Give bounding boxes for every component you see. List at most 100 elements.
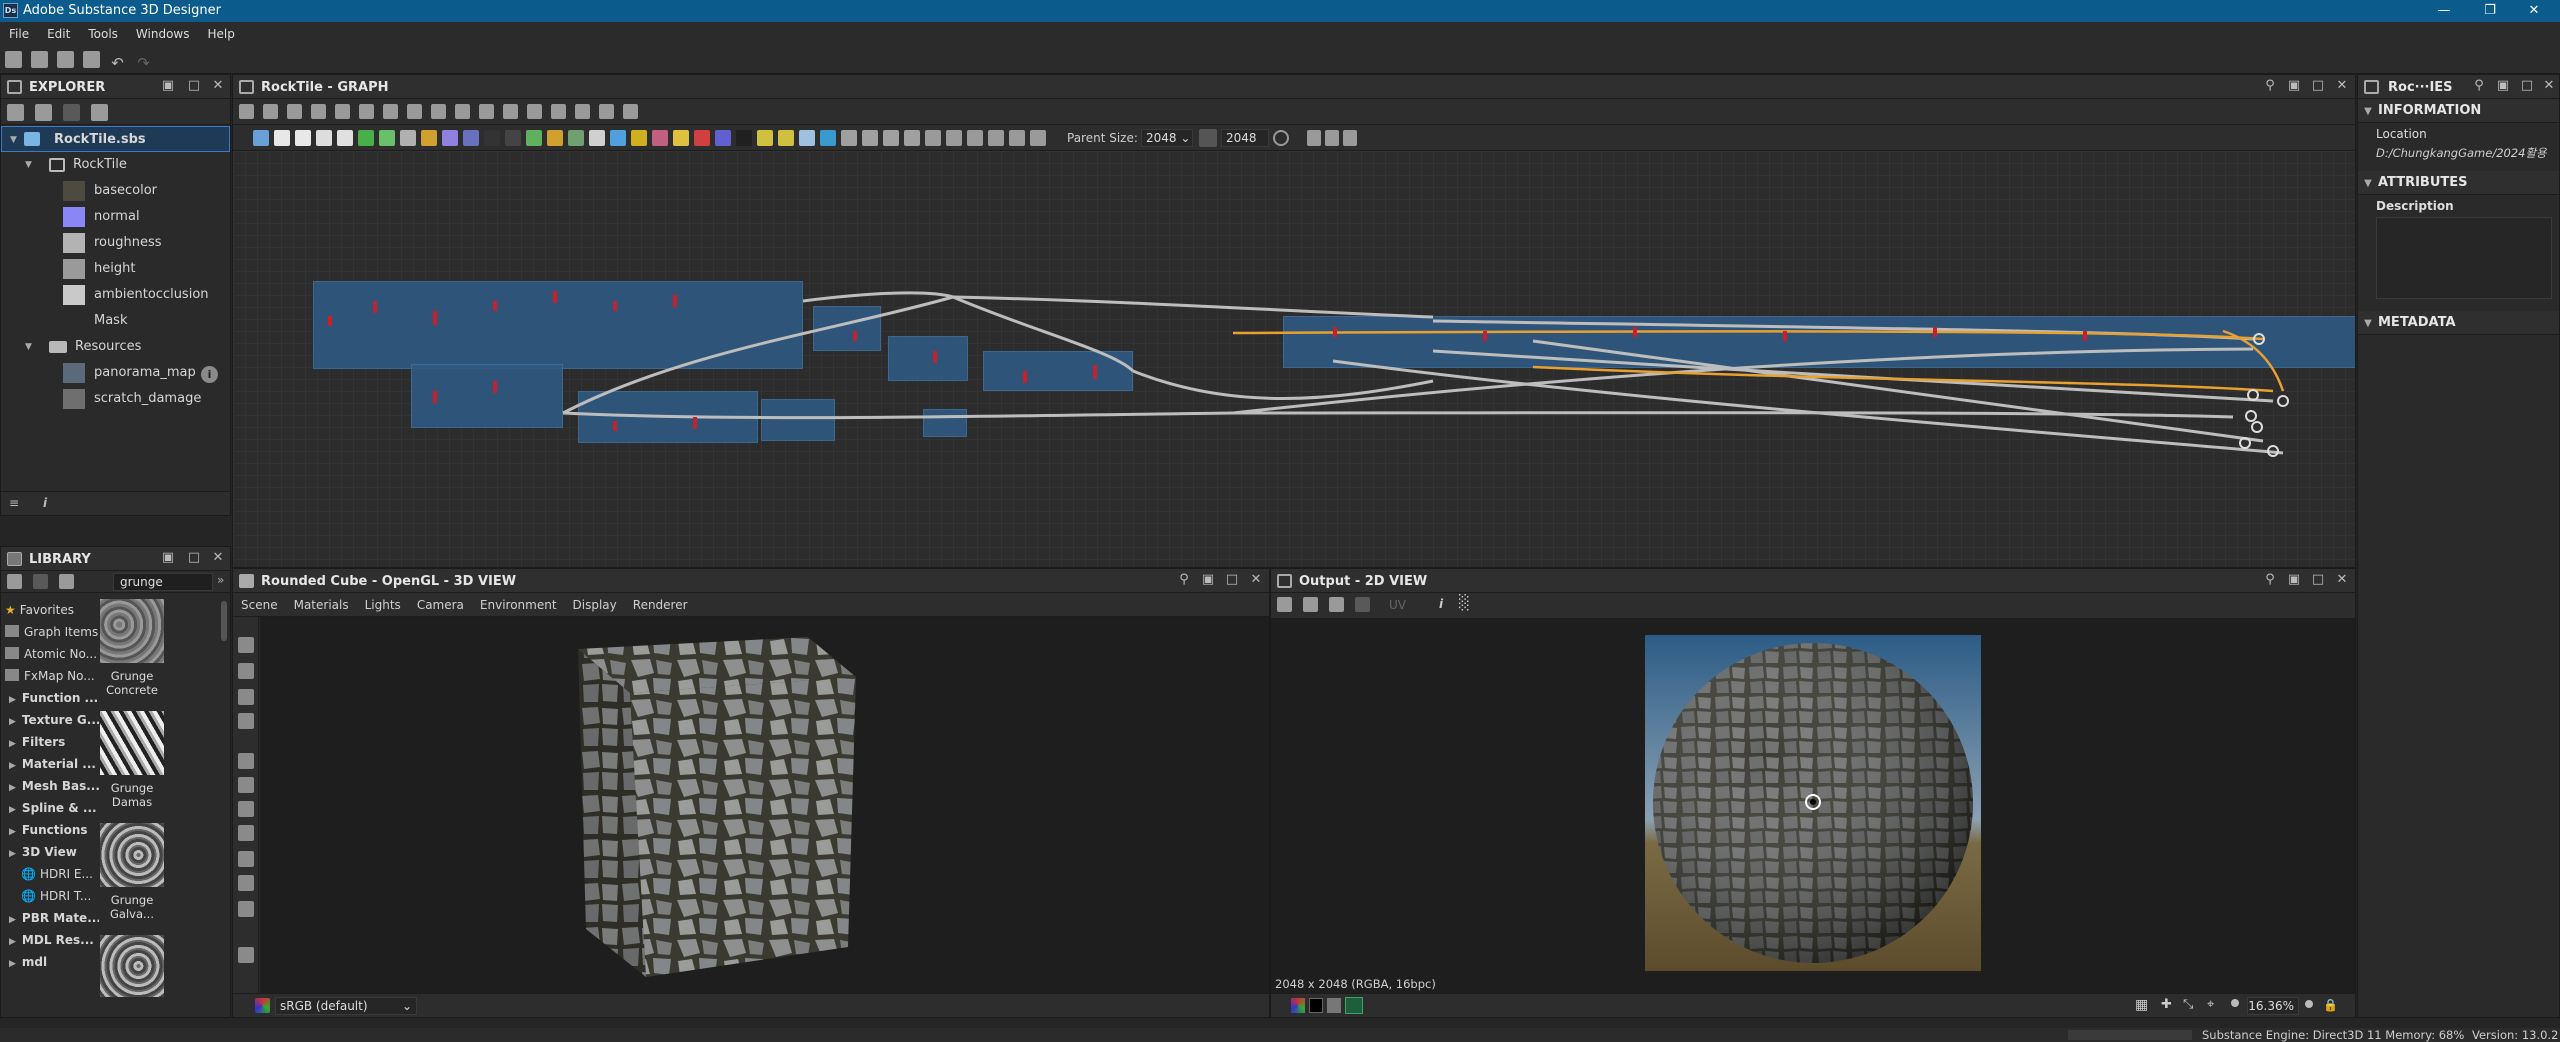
- atomic-node-icon[interactable]: [673, 130, 689, 146]
- information-section[interactable]: ▼ INFORMATION: [2358, 99, 2559, 123]
- atomic-node-icon[interactable]: [484, 130, 500, 146]
- atomic-node-icon[interactable]: [547, 130, 563, 146]
- uv-toggle[interactable]: UV: [1389, 598, 1406, 612]
- close-window-button[interactable]: ✕: [2516, 1, 2552, 21]
- align-icon[interactable]: [1343, 130, 1357, 146]
- resource-item-panorama-map[interactable]: panorama_map: [1, 360, 230, 386]
- copy-image-icon[interactable]: [1329, 597, 1344, 612]
- 3d-viewport[interactable]: [260, 617, 1269, 993]
- atomic-node-icon[interactable]: [358, 130, 374, 146]
- align-icon[interactable]: [1325, 130, 1339, 146]
- align-icon[interactable]: [1307, 130, 1321, 146]
- library-item-thumbnail[interactable]: [100, 599, 164, 663]
- 3d-menu-environment[interactable]: Environment: [472, 593, 565, 617]
- parent-size-select[interactable]: 2048 ⌄: [1141, 129, 1193, 147]
- menu-tools[interactable]: Tools: [79, 22, 127, 46]
- atomic-node-icon[interactable]: [1009, 130, 1025, 146]
- atomic-node-icon[interactable]: [883, 130, 899, 146]
- atomic-node-icon[interactable]: [442, 130, 458, 146]
- close-icon[interactable]: ✕: [2335, 79, 2349, 93]
- atomic-node-icon[interactable]: [316, 130, 332, 146]
- graph-tool-icon[interactable]: [239, 104, 254, 119]
- float-icon[interactable]: ▣: [161, 79, 175, 93]
- 3d-menu-scene[interactable]: Scene: [233, 593, 286, 617]
- float-icon[interactable]: ▣: [1201, 573, 1215, 587]
- channel-icon[interactable]: [1291, 998, 1305, 1013]
- alpha-icon[interactable]: [1309, 998, 1323, 1013]
- graph-tool-icon[interactable]: [599, 104, 614, 119]
- output-item-roughness[interactable]: roughness: [1, 230, 230, 256]
- lock-icon[interactable]: 🔒: [2323, 998, 2338, 1012]
- open-icon[interactable]: [57, 51, 74, 68]
- minimize-button[interactable]: —: [2426, 1, 2462, 21]
- description-field[interactable]: [2376, 217, 2552, 299]
- graph-tool-icon[interactable]: [575, 104, 590, 119]
- menu-windows[interactable]: Windows: [127, 22, 199, 46]
- atomic-node-icon[interactable]: [568, 130, 584, 146]
- graph-tool-icon[interactable]: [311, 104, 326, 119]
- resource-item-scratch-damage[interactable]: scratch_damage: [1, 386, 230, 412]
- redo-icon[interactable]: ↷: [135, 55, 152, 72]
- graph-tool-icon[interactable]: [551, 104, 566, 119]
- library-item-label[interactable]: Grunge Concrete: [100, 669, 164, 697]
- fit-view-icon[interactable]: ⤡: [2183, 997, 2193, 1012]
- new-graph-icon[interactable]: [31, 51, 48, 68]
- atomic-node-icon[interactable]: [295, 130, 311, 146]
- 3d-menu-display[interactable]: Display: [565, 593, 625, 617]
- fit-icon[interactable]: [1277, 597, 1292, 612]
- close-icon[interactable]: ✕: [211, 79, 225, 93]
- output-item-height[interactable]: height: [1, 256, 230, 282]
- pin-icon[interactable]: ⚲: [2472, 79, 2486, 93]
- 3d-tool-icon[interactable]: [238, 801, 254, 817]
- view-mode-icon[interactable]: [1345, 997, 1363, 1014]
- edit-icon[interactable]: [59, 574, 74, 589]
- pin-icon[interactable]: ⚲: [2263, 79, 2277, 93]
- library-item-label[interactable]: Grunge Galva...: [100, 893, 164, 921]
- atomic-node-icon[interactable]: [778, 130, 794, 146]
- output-size-select[interactable]: 2048 ⌄: [1221, 129, 1269, 161]
- atomic-node-icon[interactable]: [400, 130, 416, 146]
- new-package-icon[interactable]: [5, 51, 22, 68]
- graph-tool-icon[interactable]: [479, 104, 494, 119]
- italic-info-icon[interactable]: i: [43, 496, 47, 510]
- close-icon[interactable]: ✕: [2542, 79, 2556, 93]
- 3d-menu-renderer[interactable]: Renderer: [625, 593, 696, 617]
- float-icon[interactable]: ▣: [2496, 79, 2510, 93]
- atomic-node-icon[interactable]: [589, 130, 605, 146]
- 3d-tool-icon[interactable]: [238, 875, 254, 891]
- graph-tool-icon[interactable]: [527, 104, 542, 119]
- 3d-tool-icon[interactable]: [238, 713, 254, 729]
- reset-size-icon[interactable]: [1273, 130, 1289, 146]
- menu-file[interactable]: File: [0, 22, 38, 46]
- zoom-in-icon[interactable]: [2305, 1000, 2313, 1008]
- graph-tool-icon[interactable]: [623, 104, 638, 119]
- atomic-node-icon[interactable]: [274, 130, 290, 146]
- atomic-node-icon[interactable]: [1030, 130, 1046, 146]
- graph-canvas[interactable]: [233, 151, 2355, 567]
- atomic-node-icon[interactable]: [904, 130, 920, 146]
- maximize-icon[interactable]: □: [2520, 79, 2534, 93]
- atomic-node-icon[interactable]: [988, 130, 1004, 146]
- output-item-mask[interactable]: Mask: [1, 308, 230, 334]
- atomic-node-icon[interactable]: [610, 130, 626, 146]
- graph-tool-icon[interactable]: [455, 104, 470, 119]
- save-package-icon[interactable]: [63, 104, 80, 121]
- library-item-thumbnail[interactable]: [100, 935, 164, 997]
- library-scrollbar[interactable]: [221, 601, 227, 641]
- save-icon[interactable]: [83, 51, 100, 68]
- atomic-node-icon[interactable]: [379, 130, 395, 146]
- output-item-normal[interactable]: normal: [1, 204, 230, 230]
- filter-icon[interactable]: [7, 574, 22, 589]
- colorspace-select[interactable]: sRGB (default) ⌄: [275, 997, 417, 1015]
- graph-tool-icon[interactable]: [263, 104, 278, 119]
- graph-tool-icon[interactable]: [287, 104, 302, 119]
- library-search-input[interactable]: [113, 573, 213, 591]
- link-icon[interactable]: [1199, 129, 1217, 147]
- atomic-node-icon[interactable]: [862, 130, 878, 146]
- atomic-node-icon[interactable]: [820, 130, 836, 146]
- menu-help[interactable]: Help: [198, 22, 243, 46]
- atomic-node-icon[interactable]: [652, 130, 668, 146]
- expand-icon[interactable]: »: [217, 573, 224, 587]
- 3d-tool-icon[interactable]: [238, 947, 254, 963]
- library-item-label[interactable]: Grunge Damas: [100, 781, 164, 809]
